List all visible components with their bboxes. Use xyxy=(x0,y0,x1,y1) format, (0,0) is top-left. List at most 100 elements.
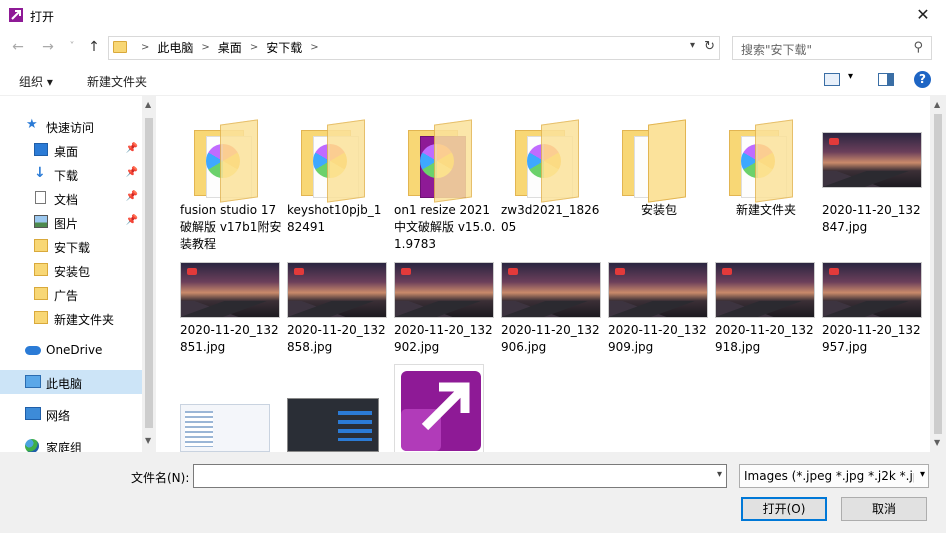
breadcrumb-item[interactable]: 安下载 xyxy=(266,41,302,55)
breadcrumb-item[interactable]: 此电脑 xyxy=(157,41,193,55)
chevron-down-icon[interactable]: ▾ xyxy=(917,469,925,480)
folder-icon xyxy=(501,112,601,203)
download-icon: ↓ xyxy=(34,165,46,181)
scroll-down-icon[interactable]: ▼ xyxy=(934,438,940,447)
filename-input[interactable] xyxy=(194,465,694,487)
image-thumbnail xyxy=(180,242,280,326)
refresh-icon[interactable]: ↻ xyxy=(704,39,715,54)
pin-icon[interactable]: 📌 xyxy=(126,143,138,154)
sidebar-item-desktop[interactable]: 桌面 📌 xyxy=(0,138,142,162)
folder-icon xyxy=(287,112,387,203)
folder-icon xyxy=(34,311,48,324)
up-arrow-icon[interactable]: ↑ xyxy=(86,38,102,56)
folder-icon xyxy=(34,287,48,300)
scroll-up-icon[interactable]: ▲ xyxy=(145,100,151,109)
filename-label: 文件名(N): xyxy=(131,471,190,485)
pin-icon[interactable]: 📌 xyxy=(126,191,138,202)
image-thumbnail xyxy=(501,242,601,326)
pin-icon[interactable]: 📌 xyxy=(126,167,138,178)
file-name: 新建文件夹 xyxy=(735,203,796,217)
image-thumbnail xyxy=(394,242,494,326)
close-icon[interactable]: ✕ xyxy=(900,0,946,32)
search-placeholder: 搜索"安下载" xyxy=(741,43,813,57)
chevron-down-icon[interactable]: ▾ xyxy=(690,40,695,51)
sidebar-item-folder[interactable]: 安装包 xyxy=(0,258,142,282)
help-icon[interactable]: ? xyxy=(914,71,931,88)
image-thumbnail xyxy=(287,242,387,326)
chevron-right-icon: > xyxy=(141,42,150,53)
sidebar-item-folder[interactable]: 新建文件夹 xyxy=(0,306,142,330)
sidebar-item-label: 快速访问 xyxy=(46,121,95,135)
filename-field[interactable]: ▾ xyxy=(193,464,727,488)
file-list: fusion studio 17破解版 v17b1附安装教程 keyshot10… xyxy=(160,96,930,452)
sidebar-item-label: 安下载 xyxy=(54,241,91,255)
sidebar-item-label: 桌面 xyxy=(54,145,79,159)
new-folder-button[interactable]: 新建文件夹 xyxy=(87,73,147,90)
file-name: 2020-11-20_132902.jpg xyxy=(394,323,493,354)
file-name: zw3d2021_182605 xyxy=(501,203,600,234)
sidebar-item-network[interactable]: 网络 xyxy=(0,402,142,426)
scrollbar-thumb[interactable] xyxy=(145,118,153,428)
command-toolbar: 组织 ▾ 新建文件夹 ▾ ? xyxy=(0,62,946,96)
sidebar-scrollbar[interactable]: ▲ ▼ xyxy=(142,96,156,452)
file-name: 2020-11-20_132918.jpg xyxy=(715,323,814,354)
recent-locations-icon[interactable]: ˅ xyxy=(64,38,80,56)
sidebar-item-label: 网络 xyxy=(46,409,71,423)
chevron-down-icon[interactable]: ▾ xyxy=(717,469,722,480)
chevron-right-icon: > xyxy=(249,42,259,53)
chevron-right-icon[interactable]: > xyxy=(310,41,318,55)
image-thumbnail xyxy=(608,242,708,326)
chevron-right-icon: > xyxy=(201,42,210,53)
sidebar-item-onedrive[interactable]: OneDrive xyxy=(0,338,142,362)
file-name: 2020-11-20_132851.jpg xyxy=(180,323,279,354)
sidebar-item-pictures[interactable]: 图片 📌 xyxy=(0,210,142,234)
cancel-button[interactable]: 取消 xyxy=(841,497,927,521)
open-button[interactable]: 打开(O) xyxy=(741,497,827,521)
breadcrumb-item[interactable]: 桌面 xyxy=(218,41,242,55)
app-logo-icon xyxy=(394,364,484,452)
file-name: 2020-11-20_132847.jpg xyxy=(822,203,921,234)
folder-icon xyxy=(608,112,708,203)
scroll-up-icon[interactable]: ▲ xyxy=(934,100,940,109)
pin-icon[interactable]: 📌 xyxy=(126,215,138,226)
scrollbar-thumb[interactable] xyxy=(934,114,942,434)
file-name: 2020-11-20_132858.jpg xyxy=(287,323,386,354)
organize-button[interactable]: 组织 ▾ xyxy=(19,73,53,90)
search-icon[interactable]: ⚲ xyxy=(913,40,923,55)
view-mode-icon[interactable] xyxy=(824,73,840,86)
sidebar-item-label: 此电脑 xyxy=(46,377,83,391)
breadcrumb: > 此电脑 > 桌面 > 安下载 > xyxy=(133,41,327,55)
file-name: keyshot10pjb_182491 xyxy=(287,203,382,234)
file-name: 2020-11-20_132906.jpg xyxy=(501,323,600,354)
sidebar-item-folder[interactable]: 广告 xyxy=(0,282,142,306)
folder-icon xyxy=(113,41,127,53)
sidebar-item-documents[interactable]: 文档 📌 xyxy=(0,186,142,210)
file-name: 2020-11-20_132909.jpg xyxy=(608,323,707,354)
image-thumbnail xyxy=(822,112,922,196)
scroll-down-icon[interactable]: ▼ xyxy=(145,436,151,445)
star-icon: ★ xyxy=(26,117,38,132)
sidebar-item-quick-access[interactable]: ★ 快速访问 xyxy=(0,114,142,138)
sidebar-item-folder[interactable]: 安下载 xyxy=(0,234,142,258)
sidebar-item-label: 安装包 xyxy=(54,265,91,279)
forward-arrow-icon[interactable]: → xyxy=(40,38,56,56)
file-type-select[interactable]: Images (*.jpeg *.jpg *.j2k *.jp ▾ xyxy=(739,464,929,488)
document-icon xyxy=(35,191,46,204)
file-name: 2020-11-20_132957.jpg xyxy=(822,323,921,354)
address-bar[interactable]: > 此电脑 > 桌面 > 安下载 > ▾ ↻ xyxy=(108,36,720,60)
image-thumbnail xyxy=(287,392,387,452)
back-arrow-icon[interactable]: ← xyxy=(10,38,26,56)
preview-pane-icon[interactable] xyxy=(878,73,894,86)
sidebar-item-label: 家庭组 xyxy=(46,441,83,452)
sidebar-item-downloads[interactable]: ↓ 下载 📌 xyxy=(0,162,142,186)
sidebar-item-this-pc[interactable]: 此电脑 xyxy=(0,370,142,394)
folder-icon xyxy=(180,112,280,203)
file-dialog-footer: 文件名(N): ▾ Images (*.jpeg *.jpg *.j2k *.j… xyxy=(0,452,946,533)
file-list-scrollbar[interactable]: ▲ ▼ xyxy=(930,96,946,452)
search-input[interactable]: 搜索"安下载" ⚲ xyxy=(732,36,932,60)
sidebar-item-label: OneDrive xyxy=(46,343,103,357)
image-thumbnail xyxy=(822,242,922,326)
homegroup-icon xyxy=(25,439,39,452)
chevron-down-icon[interactable]: ▾ xyxy=(848,71,853,82)
sidebar-item-homegroup[interactable]: 家庭组 xyxy=(0,434,142,452)
